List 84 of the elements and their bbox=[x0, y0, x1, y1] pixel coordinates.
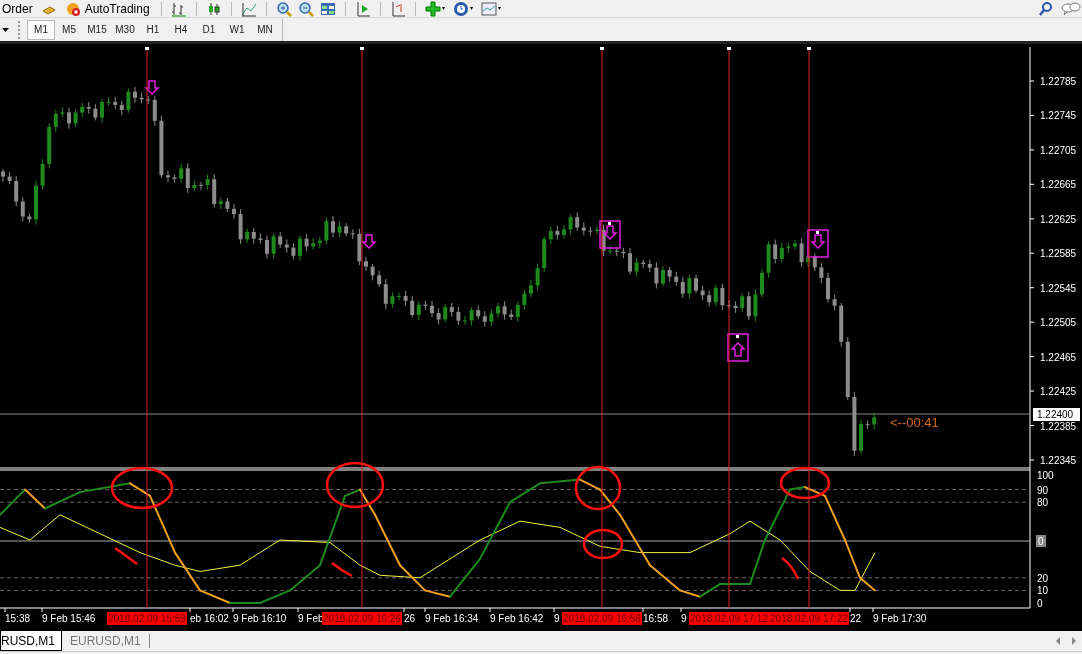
timeframe-button[interactable]: MN bbox=[251, 19, 279, 40]
line-handle[interactable] bbox=[807, 47, 811, 50]
time-marker-label: 2018.02.09 17:22 bbox=[769, 612, 849, 625]
chat-icon[interactable] bbox=[1060, 0, 1082, 17]
price-label: 1.22785 bbox=[1040, 76, 1077, 87]
template-icon[interactable] bbox=[480, 0, 503, 17]
timeframe-button[interactable]: D1 bbox=[195, 19, 223, 40]
chart-scroll-icon[interactable] bbox=[354, 0, 371, 17]
price-label: 1.22625 bbox=[1040, 213, 1077, 225]
autotrading-button[interactable]: AutoTrading bbox=[62, 0, 152, 17]
autotrading-icon bbox=[64, 0, 81, 17]
scroll-right-icon[interactable] bbox=[1070, 636, 1078, 646]
time-marker-label: 2018.02.09 16:26 bbox=[322, 612, 402, 625]
time-label: 9 bbox=[554, 613, 560, 624]
indicator-level-label: 0 bbox=[1037, 598, 1043, 609]
chart-tab[interactable]: RUSD,M1 bbox=[0, 631, 62, 651]
pen-stroke-annotation bbox=[331, 562, 353, 578]
clock-icon[interactable] bbox=[452, 0, 475, 17]
time-marker-label: 2018.02.09 15:59 bbox=[107, 612, 187, 625]
time-label: eb 16:02 bbox=[190, 613, 229, 624]
timeframe-button[interactable]: M30 bbox=[111, 19, 139, 40]
time-label: 22 bbox=[850, 613, 862, 624]
time-label: 9 bbox=[681, 613, 687, 624]
indicator-level-label: 10 bbox=[1037, 585, 1049, 597]
arrow-down-icon bbox=[361, 234, 377, 250]
circle-annotation bbox=[779, 466, 831, 500]
circle-annotation bbox=[582, 528, 624, 560]
tile-windows-icon[interactable] bbox=[319, 0, 336, 17]
arrow-down-box-icon bbox=[807, 229, 829, 258]
indicator-level-label: 90 bbox=[1037, 484, 1049, 496]
line-handle[interactable] bbox=[727, 47, 731, 50]
timeframe-button[interactable]: H4 bbox=[167, 19, 195, 40]
time-label: 9 Feb 16:34 bbox=[425, 613, 479, 624]
price-label: 1.22745 bbox=[1040, 110, 1077, 122]
zoom-out-icon[interactable] bbox=[297, 0, 314, 17]
time-marker-label: 2018.02.09 16:56 bbox=[562, 612, 642, 625]
time-label: 15:38 bbox=[5, 613, 31, 624]
price-label: 1.22465 bbox=[1040, 351, 1077, 363]
price-label: 1.22585 bbox=[1040, 248, 1077, 260]
scroll-left-icon[interactable] bbox=[1054, 636, 1062, 646]
time-marker-label: 2018.02.09 17:12 bbox=[689, 612, 769, 625]
circle-annotation bbox=[574, 465, 622, 511]
arrow-up-box-icon bbox=[727, 333, 749, 362]
pen-stroke-annotation bbox=[114, 546, 138, 565]
arrow-down-icon bbox=[144, 80, 160, 96]
indicator-level-label: 100 bbox=[1037, 470, 1054, 481]
add-indicator-icon[interactable] bbox=[424, 0, 447, 17]
line-handle[interactable] bbox=[145, 47, 149, 50]
time-label: 16:58 bbox=[643, 613, 669, 624]
search-icon[interactable] bbox=[1038, 0, 1054, 17]
countdown-label: <--00:41 bbox=[890, 415, 939, 430]
price-label: 1.22665 bbox=[1040, 179, 1077, 191]
price-label: 1.22705 bbox=[1040, 144, 1077, 156]
line-handle[interactable] bbox=[360, 47, 364, 50]
time-label: 26 bbox=[404, 613, 416, 624]
chart-tab[interactable]: EURUSD,M1 bbox=[62, 634, 150, 648]
chart-shift-icon[interactable] bbox=[389, 0, 406, 17]
time-label: 9 Feb 16:10 bbox=[233, 613, 287, 624]
pen-stroke-annotation bbox=[781, 557, 800, 580]
zero-level-label: 0 bbox=[1036, 535, 1046, 547]
timeframe-button[interactable]: H1 bbox=[139, 19, 167, 40]
timeframe-button[interactable]: M5 bbox=[55, 19, 83, 40]
indicator-level-label: 80 bbox=[1037, 497, 1049, 509]
circle-annotation bbox=[325, 461, 385, 509]
current-price-label: 1.22400 bbox=[1033, 408, 1080, 421]
time-label: 9 Feb 17:30 bbox=[873, 613, 927, 624]
order-button[interactable]: Order bbox=[0, 1, 35, 16]
line-handle[interactable] bbox=[600, 47, 604, 50]
time-label: 9 Feb 16:42 bbox=[490, 613, 544, 624]
timeframe-button[interactable]: M15 bbox=[83, 19, 111, 40]
price-label: 1.22545 bbox=[1040, 282, 1077, 294]
timeframe-button[interactable]: M1 bbox=[27, 19, 55, 40]
timeframe-button[interactable]: W1 bbox=[223, 19, 251, 40]
bar-chart-icon[interactable] bbox=[170, 0, 187, 17]
indicator-level-label: 20 bbox=[1037, 572, 1049, 584]
zoom-in-icon[interactable] bbox=[275, 0, 292, 17]
price-label: 1.22505 bbox=[1040, 317, 1077, 329]
circle-annotation bbox=[110, 466, 174, 510]
price-label: 1.22425 bbox=[1040, 386, 1077, 398]
price-label: 1.22385 bbox=[1040, 420, 1077, 432]
time-label: 9 Feb 15:46 bbox=[42, 613, 96, 624]
price-label: 1.22345 bbox=[1040, 454, 1077, 466]
arrow-down-box-icon bbox=[599, 220, 621, 249]
line-chart-icon[interactable] bbox=[240, 0, 257, 17]
